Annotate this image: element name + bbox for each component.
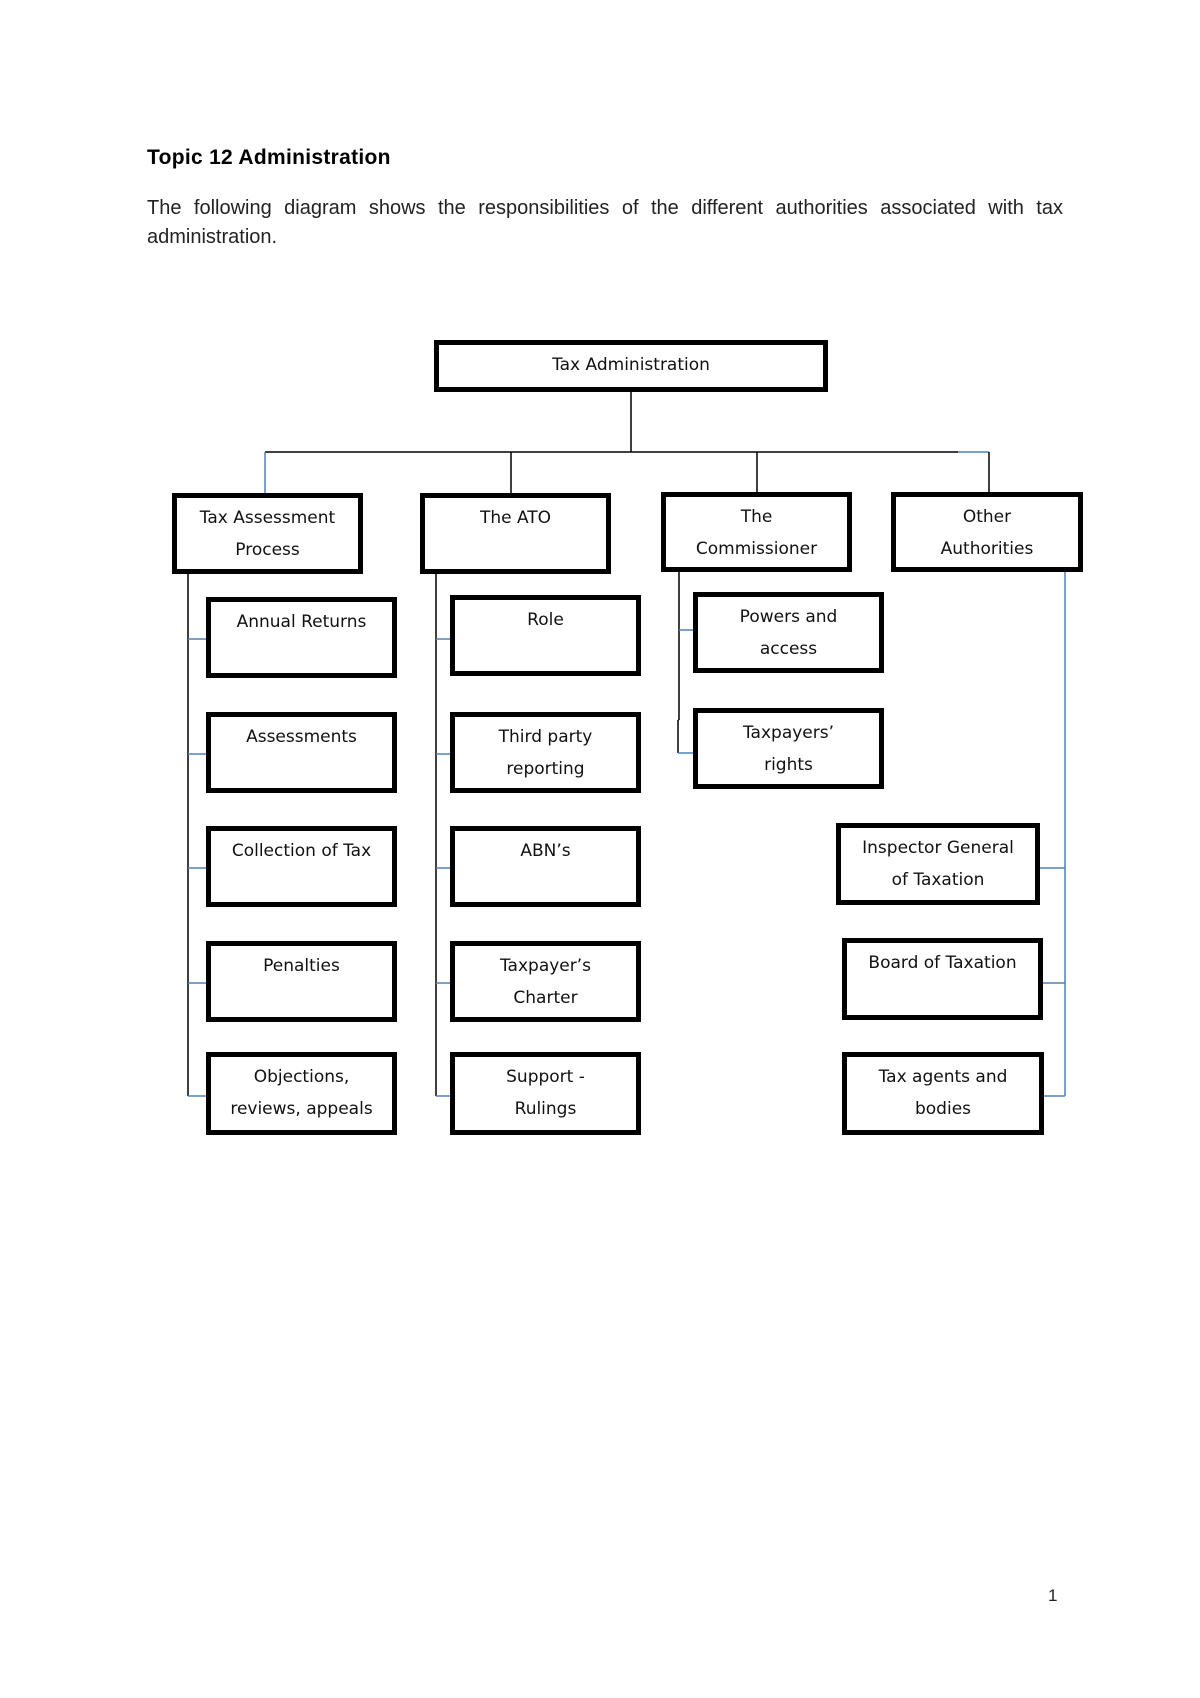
node-label: Taxpayers’ rights	[742, 723, 835, 775]
node-board-of-taxation: Board of Taxation	[842, 938, 1043, 1020]
node-assessments: Assessments	[206, 712, 397, 793]
node-label: Role	[527, 610, 564, 630]
node-label: Tax Administration	[552, 355, 710, 375]
node-label: Support - Rulings	[506, 1067, 585, 1119]
node-label: Annual Returns	[236, 612, 367, 632]
node-the-ato: The ATO	[420, 493, 611, 574]
node-objections-reviews-appeals: Objections, reviews, appeals	[206, 1052, 397, 1135]
node-the-commissioner: The Commissioner	[661, 492, 852, 572]
node-collection-of-tax: Collection of Tax	[206, 826, 397, 907]
node-tax-administration: Tax Administration	[434, 340, 828, 392]
node-taxpayers-rights: Taxpayers’ rights	[693, 708, 884, 789]
node-support-rulings: Support - Rulings	[450, 1052, 641, 1135]
node-label: Other Authorities	[940, 507, 1034, 559]
node-tax-assessment-process: Tax Assessment Process	[172, 493, 363, 574]
node-tax-agents-and-bodies: Tax agents and bodies	[842, 1052, 1044, 1135]
node-label: Tax Assessment Process	[199, 508, 336, 560]
node-powers-and-access: Powers and access	[693, 592, 884, 673]
page-number: 1	[1048, 1586, 1058, 1605]
node-label: Assessments	[246, 727, 357, 747]
node-other-authorities: Other Authorities	[891, 492, 1083, 572]
node-inspector-general-of-taxation: Inspector General of Taxation	[836, 823, 1040, 905]
node-label: Third party reporting	[498, 727, 593, 779]
node-label: Inspector General of Taxation	[862, 838, 1014, 890]
node-role: Role	[450, 595, 641, 676]
node-label: Collection of Tax	[231, 841, 372, 861]
ticks-tax-assessment	[188, 638, 208, 1097]
node-third-party-reporting: Third party reporting	[450, 712, 641, 793]
node-label: Tax agents and bodies	[878, 1067, 1008, 1119]
node-label: Powers and access	[739, 607, 838, 659]
node-label: The Commissioner	[695, 507, 818, 559]
node-annual-returns: Annual Returns	[206, 597, 397, 678]
node-label: Board of Taxation	[868, 953, 1017, 973]
node-penalties: Penalties	[206, 941, 397, 1022]
node-taxpayers-charter: Taxpayer’s Charter	[450, 941, 641, 1022]
node-label: ABN’s	[520, 841, 571, 861]
node-label: The ATO	[479, 508, 552, 528]
node-label: Taxpayer’s Charter	[499, 956, 592, 1008]
node-abns: ABN’s	[450, 826, 641, 907]
spine-other-authorities	[1040, 570, 1066, 1097]
node-label: Objections, reviews, appeals	[230, 1067, 373, 1119]
node-label: Penalties	[263, 956, 340, 976]
